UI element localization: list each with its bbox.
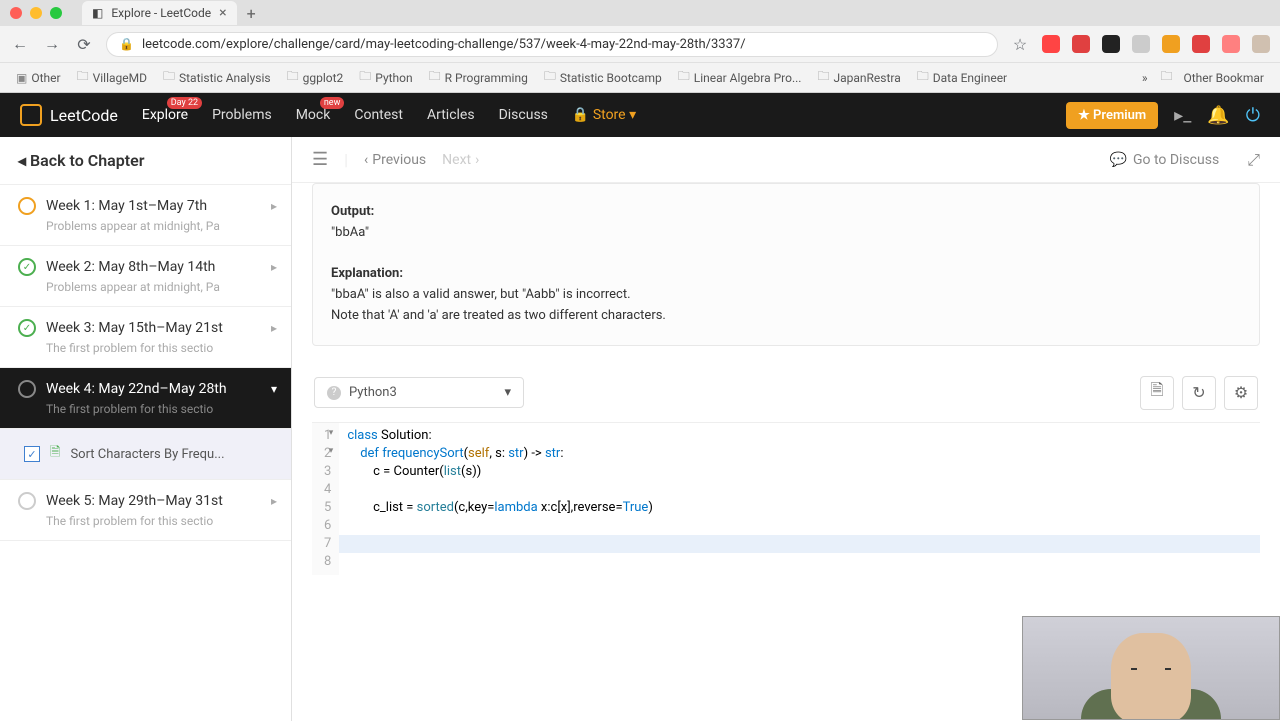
empty-icon — [18, 380, 36, 398]
new-tab-button[interactable]: + — [247, 4, 256, 23]
ext-icon[interactable] — [1192, 35, 1210, 53]
leetcode-nav: LeetCode ExploreDay 22 Problems Mocknew … — [0, 93, 1280, 137]
explanation-text: "bbaA" is also a valid answer, but "Aabb… — [331, 287, 631, 302]
profile-avatar[interactable] — [1252, 35, 1270, 53]
checked-icon: ✓ — [24, 446, 40, 462]
close-tab-icon[interactable]: × — [219, 5, 226, 21]
ext-icon[interactable] — [1102, 35, 1120, 53]
bookmark-item[interactable]: 🗀Linear Algebra Pro... — [672, 65, 808, 90]
week-2[interactable]: ✓Week 2: May 8th–May 14th Problems appea… — [0, 246, 291, 307]
ext-icon[interactable] — [1222, 35, 1240, 53]
bookmarks-bar: ▣Other 🗀VillageMD 🗀Statistic Analysis 🗀g… — [0, 62, 1280, 92]
help-icon: ? — [327, 386, 341, 400]
ext-icon[interactable] — [1072, 35, 1090, 53]
week-5[interactable]: Week 5: May 29th–May 31st The first prob… — [0, 480, 291, 541]
chevron-right-icon: ▸ — [271, 260, 277, 274]
bookmark-item[interactable]: 🗀JapanRestra — [811, 65, 906, 90]
check-icon: ✓ — [18, 258, 36, 276]
url-bar: ← → ⟳ 🔒 leetcode.com/explore/challenge/c… — [0, 26, 1280, 62]
go-to-discuss[interactable]: 💬 Go to Discuss — [1110, 152, 1220, 168]
lock-icon: 🔒 — [119, 37, 134, 51]
nav-mock[interactable]: Mocknew — [296, 107, 331, 123]
ext-icon[interactable] — [1132, 35, 1150, 53]
forward-button[interactable]: → — [42, 34, 62, 54]
window-controls[interactable] — [10, 7, 62, 19]
bookmark-item[interactable]: 🗀VillageMD — [71, 65, 153, 90]
content-header: ☰ | ‹ Previous Next › 💬 Go to Discuss ⤢ — [292, 137, 1280, 183]
code-editor[interactable]: 1▾ 2▾ 3 4 5 6 7 8 class Solution: def fr… — [312, 422, 1260, 575]
bookmark-item[interactable]: 🗀Statistic Analysis — [157, 65, 277, 90]
reload-button[interactable]: ⟳ — [74, 35, 94, 54]
browser-tab[interactable]: ◧ Explore - LeetCode × — [82, 1, 237, 25]
nav-discuss[interactable]: Discuss — [499, 107, 548, 123]
bookmark-item[interactable]: 🗀ggplot2 — [281, 65, 350, 90]
expand-icon[interactable]: ⤢ — [1247, 150, 1260, 170]
bell-icon[interactable]: 🔔 — [1207, 105, 1229, 126]
problem-sort-characters[interactable]: ✓ 🗎 Sort Characters By Frequ... — [0, 429, 291, 480]
nav-problems[interactable]: Problems — [212, 107, 272, 123]
nav-explore[interactable]: ExploreDay 22 — [142, 107, 188, 123]
nav-contest[interactable]: Contest — [354, 107, 403, 123]
doc-icon: 🗎 — [50, 443, 60, 465]
notes-button[interactable]: 🗎 — [1140, 376, 1174, 410]
back-to-chapter[interactable]: ◂ Back to Chapter — [0, 137, 291, 185]
chevron-right-icon: ▸ — [271, 494, 277, 508]
playground-icon[interactable]: ▸_ — [1174, 105, 1191, 126]
menu-icon[interactable]: ☰ — [312, 149, 328, 170]
code-content[interactable]: class Solution: def frequencySort(self, … — [339, 423, 1260, 575]
bookmark-item[interactable]: 🗀Python — [353, 65, 418, 90]
editor-toolbar: ?Python3 ▾ 🗎 ↻ ⚙ — [312, 376, 1260, 410]
bookmark-item[interactable]: 🗀Data Engineer — [911, 65, 1013, 90]
week-1[interactable]: Week 1: May 1st–May 7th Problems appear … — [0, 185, 291, 246]
nav-store[interactable]: 🔒 Store ▾ — [572, 107, 636, 123]
ext-icon[interactable] — [1042, 35, 1060, 53]
bookmark-overflow[interactable]: » 🗀 Other Bookmar — [1136, 65, 1270, 90]
chevron-down-icon: ▾ — [504, 385, 511, 400]
next-button[interactable]: Next › — [442, 152, 479, 168]
bookmark-item[interactable]: ▣Other — [10, 69, 67, 87]
empty-icon — [18, 492, 36, 510]
ext-icon[interactable] — [1162, 35, 1180, 53]
back-button[interactable]: ← — [10, 34, 30, 54]
extension-icons — [1042, 35, 1270, 53]
bookmark-item[interactable]: 🗀R Programming — [423, 65, 534, 90]
week-3[interactable]: ✓Week 3: May 15th–May 21st The first pro… — [0, 307, 291, 368]
bookmark-item[interactable]: 🗀Statistic Bootcamp — [538, 65, 668, 90]
explanation-label: Explanation: — [331, 266, 403, 281]
explanation-text: Note that 'A' and 'a' are treated as two… — [331, 308, 666, 323]
output-label: Output: — [331, 204, 374, 219]
settings-button[interactable]: ⚙ — [1224, 376, 1258, 410]
premium-button[interactable]: ★ Premium — [1066, 102, 1158, 129]
prev-button[interactable]: ‹ Previous — [364, 152, 426, 168]
leetcode-logo[interactable]: LeetCode — [20, 104, 118, 126]
star-icon[interactable]: ☆ — [1010, 35, 1030, 54]
line-gutter: 1▾ 2▾ 3 4 5 6 7 8 — [312, 423, 339, 575]
webcam-overlay — [1022, 616, 1280, 720]
nav-articles[interactable]: Articles — [427, 107, 475, 123]
output-value: "bbAa" — [331, 225, 369, 240]
chevron-right-icon: ▸ — [271, 321, 277, 335]
tab-bar: ◧ Explore - LeetCode × + — [0, 0, 1280, 26]
chapter-sidebar: ◂ Back to Chapter Week 1: May 1st–May 7t… — [0, 137, 292, 721]
week-4[interactable]: Week 4: May 22nd–May 28th The first prob… — [0, 368, 291, 429]
chevron-right-icon: ▸ — [271, 199, 277, 213]
progress-icon — [18, 197, 36, 215]
url-input[interactable]: 🔒 leetcode.com/explore/challenge/card/ma… — [106, 32, 998, 57]
reset-button[interactable]: ↻ — [1182, 376, 1216, 410]
power-icon[interactable]: ⏻ — [1246, 105, 1260, 126]
check-icon: ✓ — [18, 319, 36, 337]
language-select[interactable]: ?Python3 ▾ — [314, 377, 524, 408]
logo-icon — [20, 104, 42, 126]
chevron-down-icon: ▾ — [271, 382, 277, 396]
example-box: Output: "bbAa" Explanation: "bbaA" is al… — [312, 183, 1260, 346]
